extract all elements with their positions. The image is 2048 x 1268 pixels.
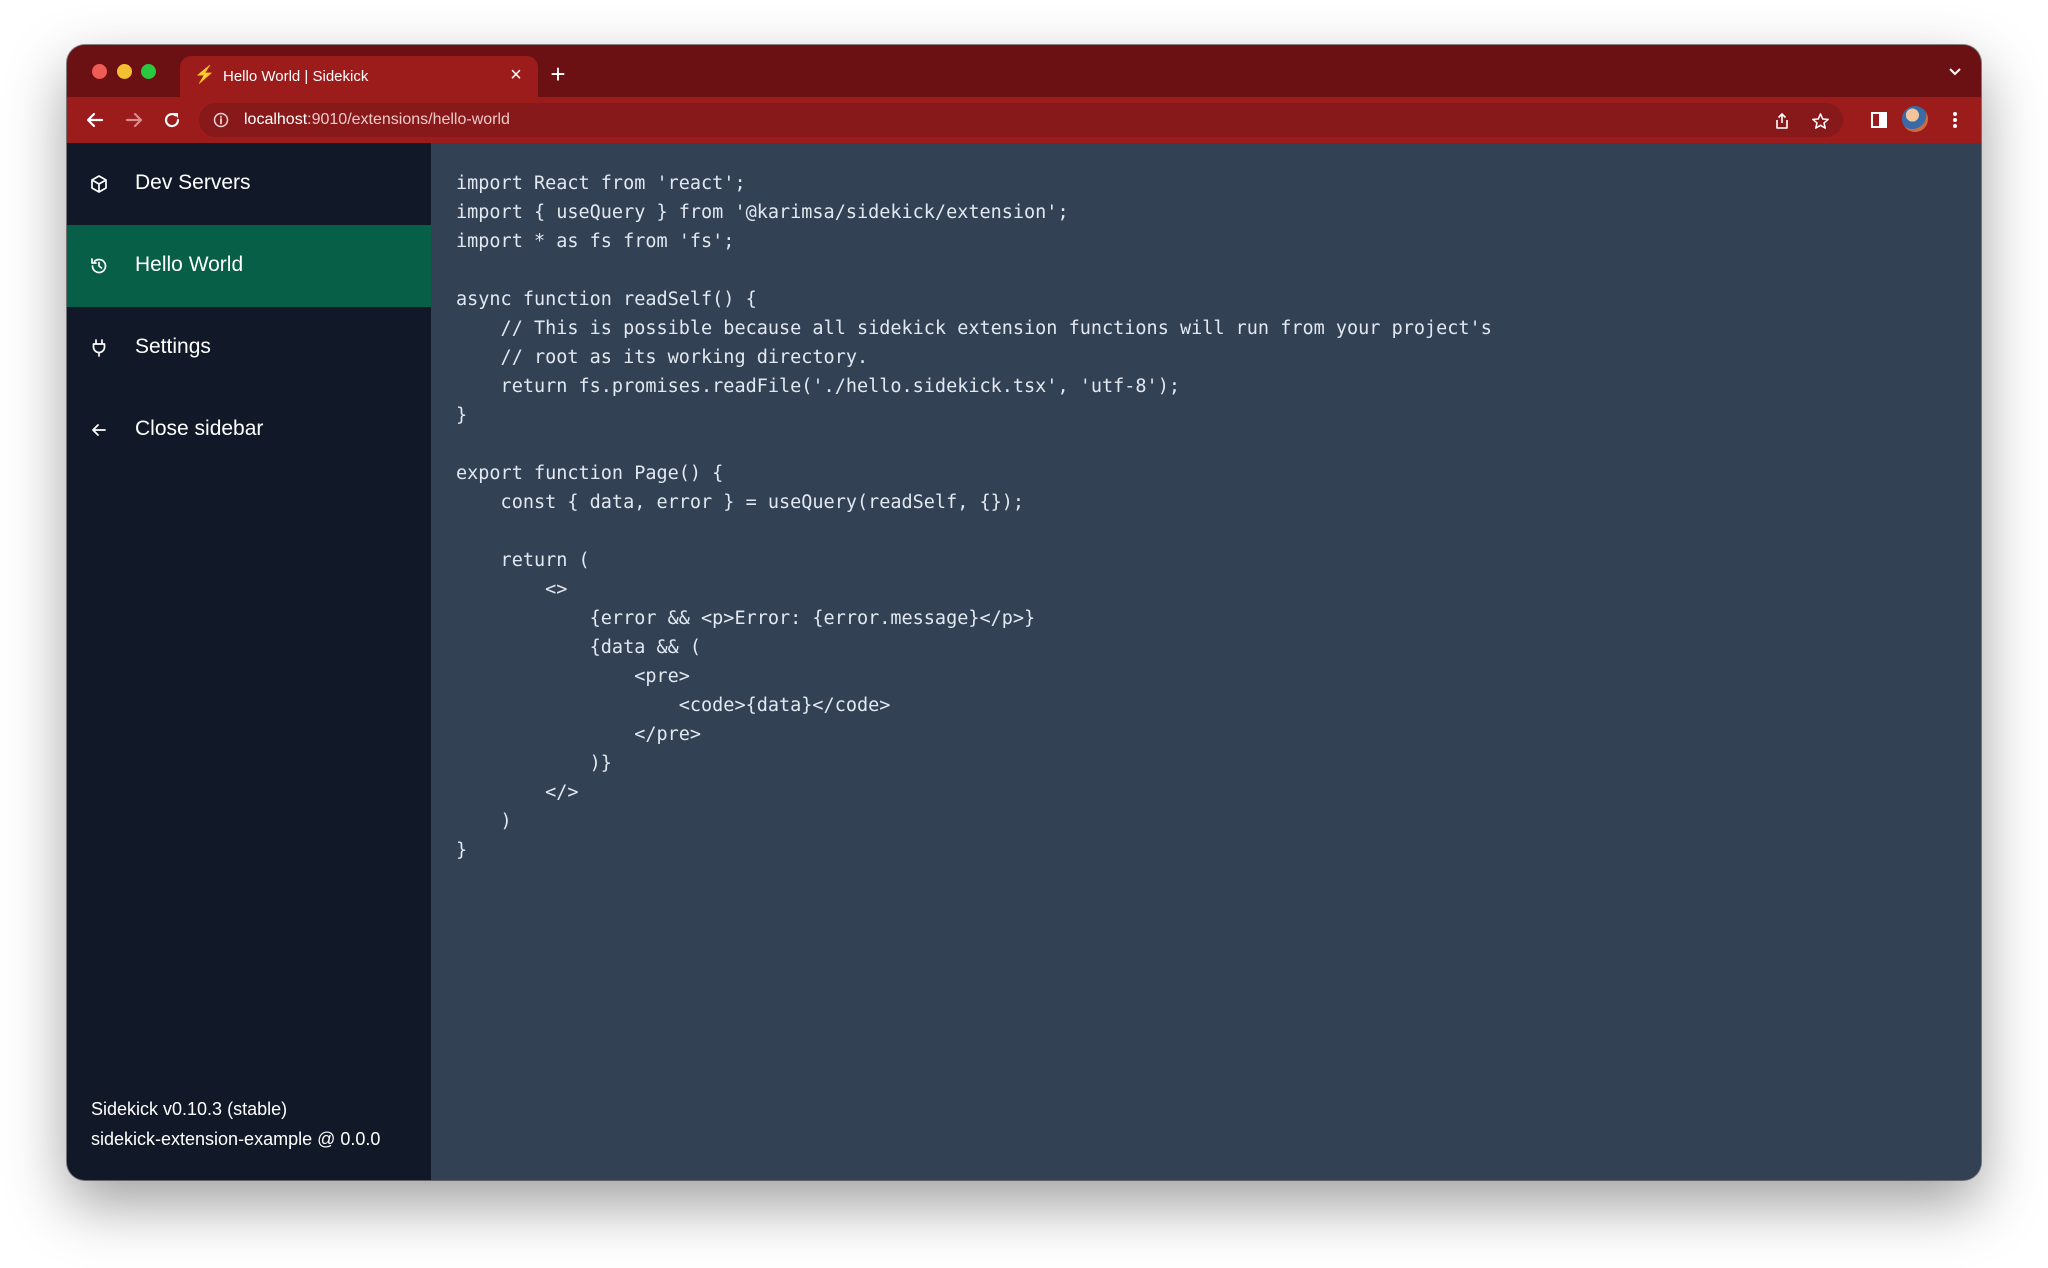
reload-icon[interactable]	[158, 106, 186, 134]
back-icon[interactable]	[81, 106, 109, 134]
history-icon	[89, 256, 109, 276]
tab-title: Hello World | Sidekick	[223, 68, 369, 85]
sidebar-item-label: Settings	[135, 335, 211, 358]
sidebar-item-label: Close sidebar	[135, 417, 264, 440]
side-panel-icon[interactable]	[1865, 106, 1893, 134]
sidekick-version: Sidekick v0.10.3 (stable)	[91, 1099, 288, 1119]
new-tab-button[interactable]: +	[543, 60, 573, 90]
sidebar-item-label: Hello World	[135, 253, 244, 276]
more-options-icon[interactable]	[1941, 106, 1969, 134]
sidebar: Dev Servers Hello World Settings Close s…	[67, 143, 431, 1180]
minimize-window-button[interactable]	[117, 64, 132, 79]
tab-close-icon[interactable]: ×	[504, 63, 528, 87]
lightning-icon: ⚡	[194, 65, 216, 84]
tab-hello-world[interactable]: ⚡ Hello World | Sidekick ×	[180, 56, 538, 97]
sidebar-item-settings[interactable]: Settings	[67, 307, 431, 389]
forward-icon[interactable]	[120, 106, 148, 134]
site-info-icon[interactable]	[213, 112, 229, 133]
cube-icon	[89, 174, 109, 194]
profile-avatar[interactable]	[1902, 106, 1928, 132]
tab-strip: ⚡ Hello World | Sidekick × +	[67, 45, 1981, 97]
address-bar[interactable]: localhost:9010/extensions/hello-world	[199, 103, 1843, 137]
chevron-down-icon[interactable]	[1947, 63, 1963, 84]
sidebar-item-label: Dev Servers	[135, 171, 251, 194]
sidebar-item-close-sidebar[interactable]: Close sidebar	[67, 389, 431, 471]
browser-window: ⚡ Hello World | Sidekick × + localhost:9…	[67, 45, 1981, 1180]
url-path: :9010/extensions/hello-world	[307, 111, 510, 128]
url-text[interactable]: localhost:9010/extensions/hello-world	[244, 111, 510, 129]
main-content: import React from 'react'; import { useQ…	[431, 143, 1981, 1180]
url-host: localhost	[244, 111, 308, 128]
sidebar-item-dev-servers[interactable]: Dev Servers	[67, 143, 431, 225]
project-info: sidekick-extension-example @ 0.0.0	[91, 1129, 381, 1149]
plug-icon	[89, 338, 109, 358]
close-window-button[interactable]	[92, 64, 107, 79]
sidebar-footer: Sidekick v0.10.3 (stable) sidekick-exten…	[91, 1094, 380, 1154]
arrow-left-icon	[89, 420, 109, 440]
bookmark-star-icon[interactable]	[1809, 110, 1831, 132]
zoom-window-button[interactable]	[141, 64, 156, 79]
browser-toolbar: localhost:9010/extensions/hello-world	[67, 97, 1981, 143]
share-icon[interactable]	[1771, 110, 1793, 132]
sidebar-item-hello-world[interactable]: Hello World	[67, 225, 431, 307]
code-block: import React from 'react'; import { useQ…	[456, 173, 1492, 861]
